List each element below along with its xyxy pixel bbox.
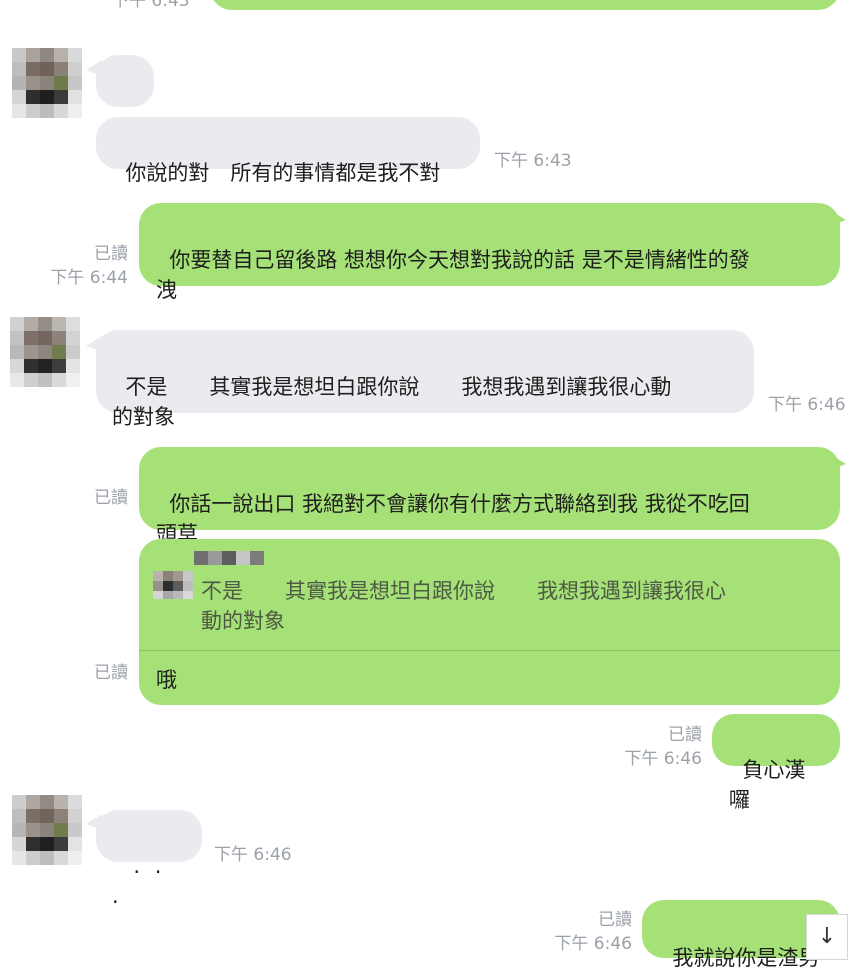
reply-divider — [139, 650, 840, 651]
message-bubble-incoming[interactable]: 不是 其實我是想坦白跟你說 我想我遇到讓我很心動 的對象 — [96, 330, 754, 429]
contact-avatar[interactable] — [10, 317, 80, 387]
read-receipt: 已讀 — [94, 244, 128, 264]
timestamp: 下午 6:46 — [768, 395, 846, 415]
contact-avatar[interactable] — [12, 795, 82, 865]
message-bubble-outgoing[interactable] — [210, 0, 840, 10]
read-receipt: 已讀 — [668, 725, 702, 745]
arrow-down-icon: ↓ — [817, 924, 837, 949]
quoted-avatar — [153, 571, 193, 599]
message-text: 哦 — [156, 668, 177, 692]
scroll-to-bottom-button[interactable]: ↓ — [806, 914, 848, 960]
message-bubble-incoming[interactable]: 好 — [96, 55, 154, 153]
message-bubble-incoming[interactable]: 你說的對 所有的事情都是我不對 — [96, 117, 480, 185]
message-text: 你說的對 所有的事情都是我不對 — [125, 161, 441, 185]
message-bubble-outgoing[interactable]: 你要替自己留後路 想想你今天想對我說的話 是不是情緒性的發 洩 — [139, 203, 840, 302]
reply-message-bubble[interactable]: 不是 其實我是想坦白跟你說 我想我遇到讓我很心 動的對象 哦 — [139, 539, 840, 705]
message-text: 你話一說出口 我絕對不會讓你有什麼方式聯絡到我 我從不吃回 頭草 — [156, 492, 750, 546]
message-bubble-outgoing[interactable]: 你話一說出口 我絕對不會讓你有什麼方式聯絡到我 我從不吃回 頭草 — [139, 447, 840, 546]
read-receipt: 已讀 — [598, 910, 632, 930]
bubble-tail — [830, 210, 846, 226]
timestamp: 下午 6:46 — [554, 934, 632, 954]
message-bubble-outgoing[interactable]: 負心漢囉 — [712, 714, 840, 812]
quoted-message-text: 不是 其實我是想坦白跟你說 我想我遇到讓我很心 動的對象 — [201, 579, 726, 633]
timestamp: 下午 6:46 — [624, 749, 702, 769]
read-receipt: 已讀 — [94, 663, 128, 683]
timestamp: 下午 6:43 — [112, 0, 190, 11]
timestamp: 下午 6:46 — [214, 845, 292, 865]
message-text: 負心漢囉 — [729, 758, 806, 812]
quoted-sender-name — [194, 551, 264, 565]
message-text: . . . — [112, 854, 177, 908]
message-text: 我就說你是渣男 — [672, 946, 820, 970]
bubble-tail — [830, 454, 846, 470]
timestamp: 下午 6:43 — [494, 151, 572, 171]
contact-avatar[interactable] — [12, 48, 82, 118]
message-bubble-incoming[interactable]: . . . — [96, 810, 202, 908]
message-text: 你要替自己留後路 想想你今天想對我說的話 是不是情緒性的發 洩 — [156, 248, 750, 302]
timestamp: 下午 6:44 — [50, 268, 128, 288]
message-text: 不是 其實我是想坦白跟你說 我想我遇到讓我很心動 的對象 — [112, 375, 672, 429]
read-receipt: 已讀 — [94, 488, 128, 508]
